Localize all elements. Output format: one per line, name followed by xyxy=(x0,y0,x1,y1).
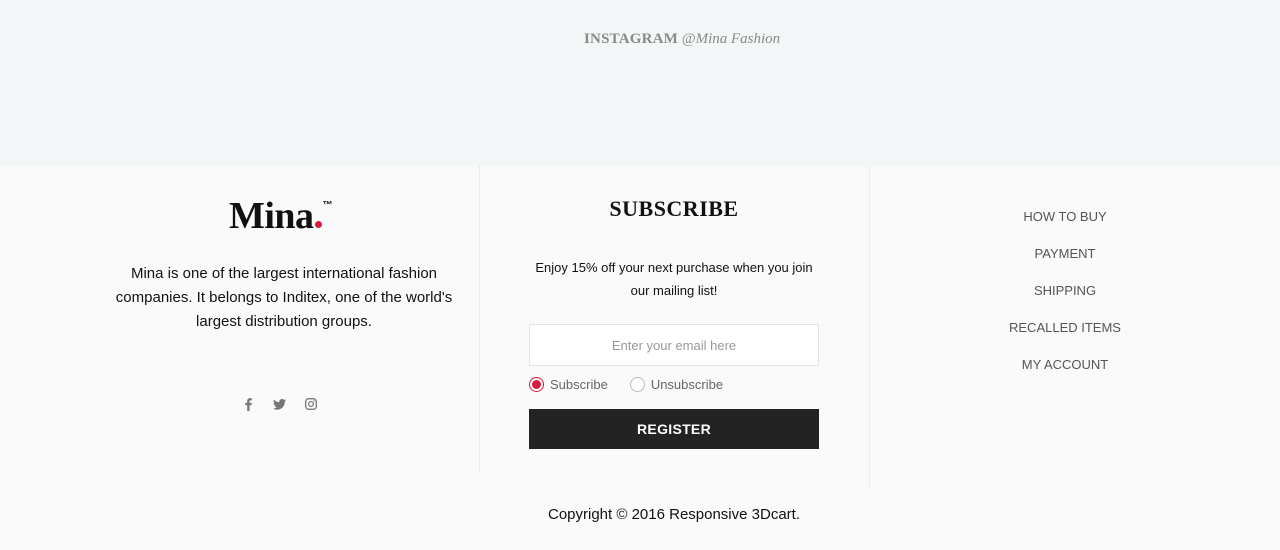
brand-logo[interactable]: Mina ™ xyxy=(229,194,333,238)
column-divider xyxy=(479,166,480,472)
column-divider xyxy=(869,166,870,488)
link-label[interactable]: PAYMENT xyxy=(1035,246,1096,261)
link-shipping[interactable]: SHIPPING xyxy=(900,282,1230,299)
link-label[interactable]: MY ACCOUNT xyxy=(1022,357,1108,372)
subscription-options: Subscribe Unsubscribe xyxy=(529,377,723,392)
link-label[interactable]: SHIPPING xyxy=(1034,283,1096,298)
link-how-to-buy[interactable]: HOW TO BUY xyxy=(900,208,1230,225)
subscribe-description: Enjoy 15% off your next purchase when yo… xyxy=(535,260,813,298)
instagram-label: INSTAGRAM xyxy=(584,31,679,47)
radio-unselected-icon[interactable] xyxy=(629,377,645,392)
register-button[interactable]: REGISTER xyxy=(529,409,819,449)
instagram-handle[interactable]: @Mina Fashion xyxy=(682,31,780,47)
twitter-icon[interactable] xyxy=(273,396,286,412)
link-label[interactable]: HOW TO BUY xyxy=(1023,209,1106,224)
footer: Mina ™ Mina is one of the largest interna… xyxy=(0,166,1280,550)
brand-name: Mina xyxy=(229,195,314,237)
unsubscribe-radio[interactable]: Unsubscribe xyxy=(629,377,724,392)
radio-selected-icon[interactable] xyxy=(529,377,544,392)
link-recalled-items[interactable]: RECALLED ITEMS xyxy=(900,319,1230,336)
logo-dot xyxy=(314,221,322,228)
social-links xyxy=(242,396,317,412)
trademark: ™ xyxy=(322,200,333,211)
copyright: Copyright © 2016 Responsive 3Dcart. xyxy=(547,506,800,523)
link-my-account[interactable]: MY ACCOUNT xyxy=(900,356,1230,373)
about-text: Mina is one of the largest international… xyxy=(115,265,453,330)
instagram-section: INSTAGRAM @Mina Fashion xyxy=(0,0,1280,166)
unsubscribe-radio-label: Unsubscribe xyxy=(650,377,724,392)
facebook-icon[interactable] xyxy=(242,396,255,412)
subscribe-radio-label: Subscribe xyxy=(550,377,608,392)
instagram-heading[interactable]: INSTAGRAM @Mina Fashion xyxy=(584,31,780,48)
subscribe-title: SUBSCRIBE xyxy=(609,196,739,221)
link-label[interactable]: RECALLED ITEMS xyxy=(1009,320,1121,335)
link-payment[interactable]: PAYMENT xyxy=(900,245,1230,262)
instagram-icon[interactable] xyxy=(304,396,317,412)
subscribe-radio[interactable]: Subscribe xyxy=(529,377,608,392)
footer-links: HOW TO BUY PAYMENT SHIPPING RECALLED ITE… xyxy=(900,208,1230,393)
email-input[interactable] xyxy=(529,324,819,366)
